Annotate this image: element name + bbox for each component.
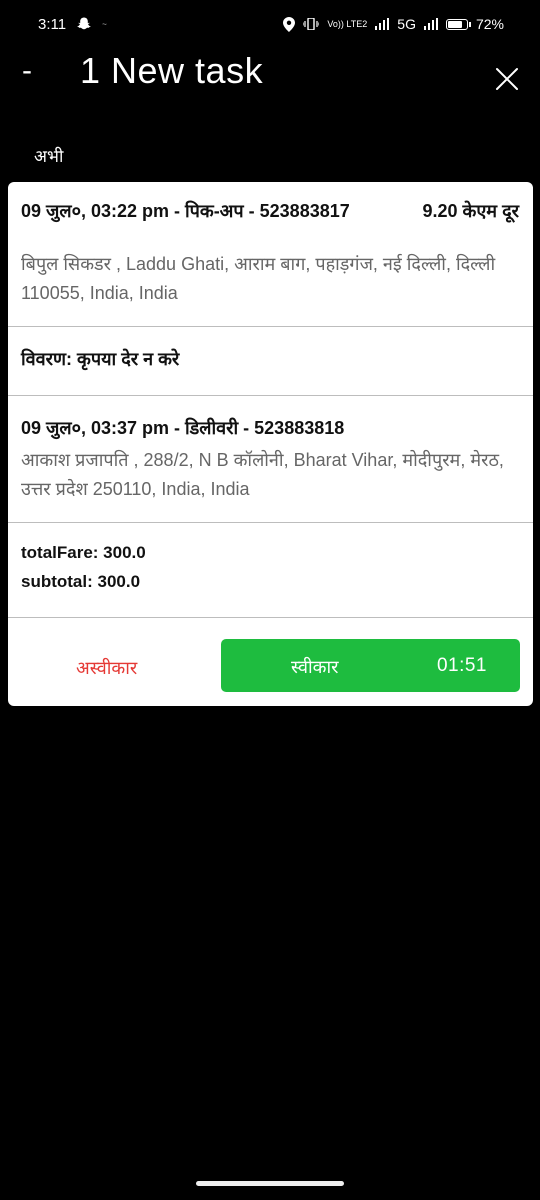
battery-percent: 72% (475, 16, 504, 32)
vibrate-icon (303, 18, 320, 30)
status-bar: 3:11 ~ Vo)) LTE2 5G 72% (0, 0, 540, 48)
reject-button[interactable]: अस्वीकार (76, 656, 137, 680)
back-button[interactable]: - (22, 54, 32, 88)
status-right: Vo)) LTE2 5G 72% (283, 16, 504, 32)
page-title: 1 New task (80, 50, 264, 91)
network-label: Vo)) LTE2 (327, 18, 368, 29)
network-5g: 5G (397, 16, 416, 32)
section-label: अभी (34, 147, 64, 166)
home-indicator[interactable] (196, 1181, 344, 1186)
clock: 3:11 (38, 15, 67, 33)
drop-section: 09 जुल०, 03:37 pm - डिलीवरी - 523883818 … (8, 396, 533, 523)
snapchat-icon (76, 16, 92, 32)
subtotal: subtotal: 300.0 (21, 572, 141, 591)
drop-heading: 09 जुल०, 03:37 pm - डिलीवरी - 523883818 (21, 418, 345, 438)
notification-text: ~ (102, 19, 107, 29)
pickup-address: बिपुल सिकडर , Laddu Ghati, आराम बाग, पहा… (21, 254, 496, 303)
description: विवरण: कृपया देर न करे (21, 349, 180, 369)
accept-button[interactable]: स्वीकार 01:51 (221, 639, 520, 692)
distance: 9.20 केएम दूर (422, 201, 520, 221)
description-section: विवरण: कृपया देर न करे (8, 327, 533, 396)
accept-timer: 01:51 (436, 655, 487, 676)
total-fare: totalFare: 300.0 (21, 543, 146, 562)
close-icon[interactable] (494, 66, 520, 92)
task-card: 09 जुल०, 03:22 pm - पिक-अप - 523883817 9… (8, 182, 533, 706)
header: - 1 New task (0, 48, 540, 98)
drop-address: आकाश प्रजापति , 288/2, N B कॉलोनी, Bhara… (21, 450, 504, 499)
location-icon (283, 16, 296, 32)
status-left: 3:11 ~ (38, 16, 107, 33)
pickup-heading: 09 जुल०, 03:22 pm - पिक-अप - 523883817 (21, 201, 350, 221)
signal-icon (423, 18, 438, 30)
fare-section: totalFare: 300.0 subtotal: 300.0 (8, 523, 533, 618)
battery-icon (445, 18, 471, 30)
screen: 3:11 ~ Vo)) LTE2 5G 72% - 1 New task अभी… (0, 0, 540, 1200)
pickup-section: 09 जुल०, 03:22 pm - पिक-अप - 523883817 9… (8, 182, 533, 327)
signal-icon (375, 18, 390, 30)
accept-label: स्वीकार (291, 657, 339, 677)
